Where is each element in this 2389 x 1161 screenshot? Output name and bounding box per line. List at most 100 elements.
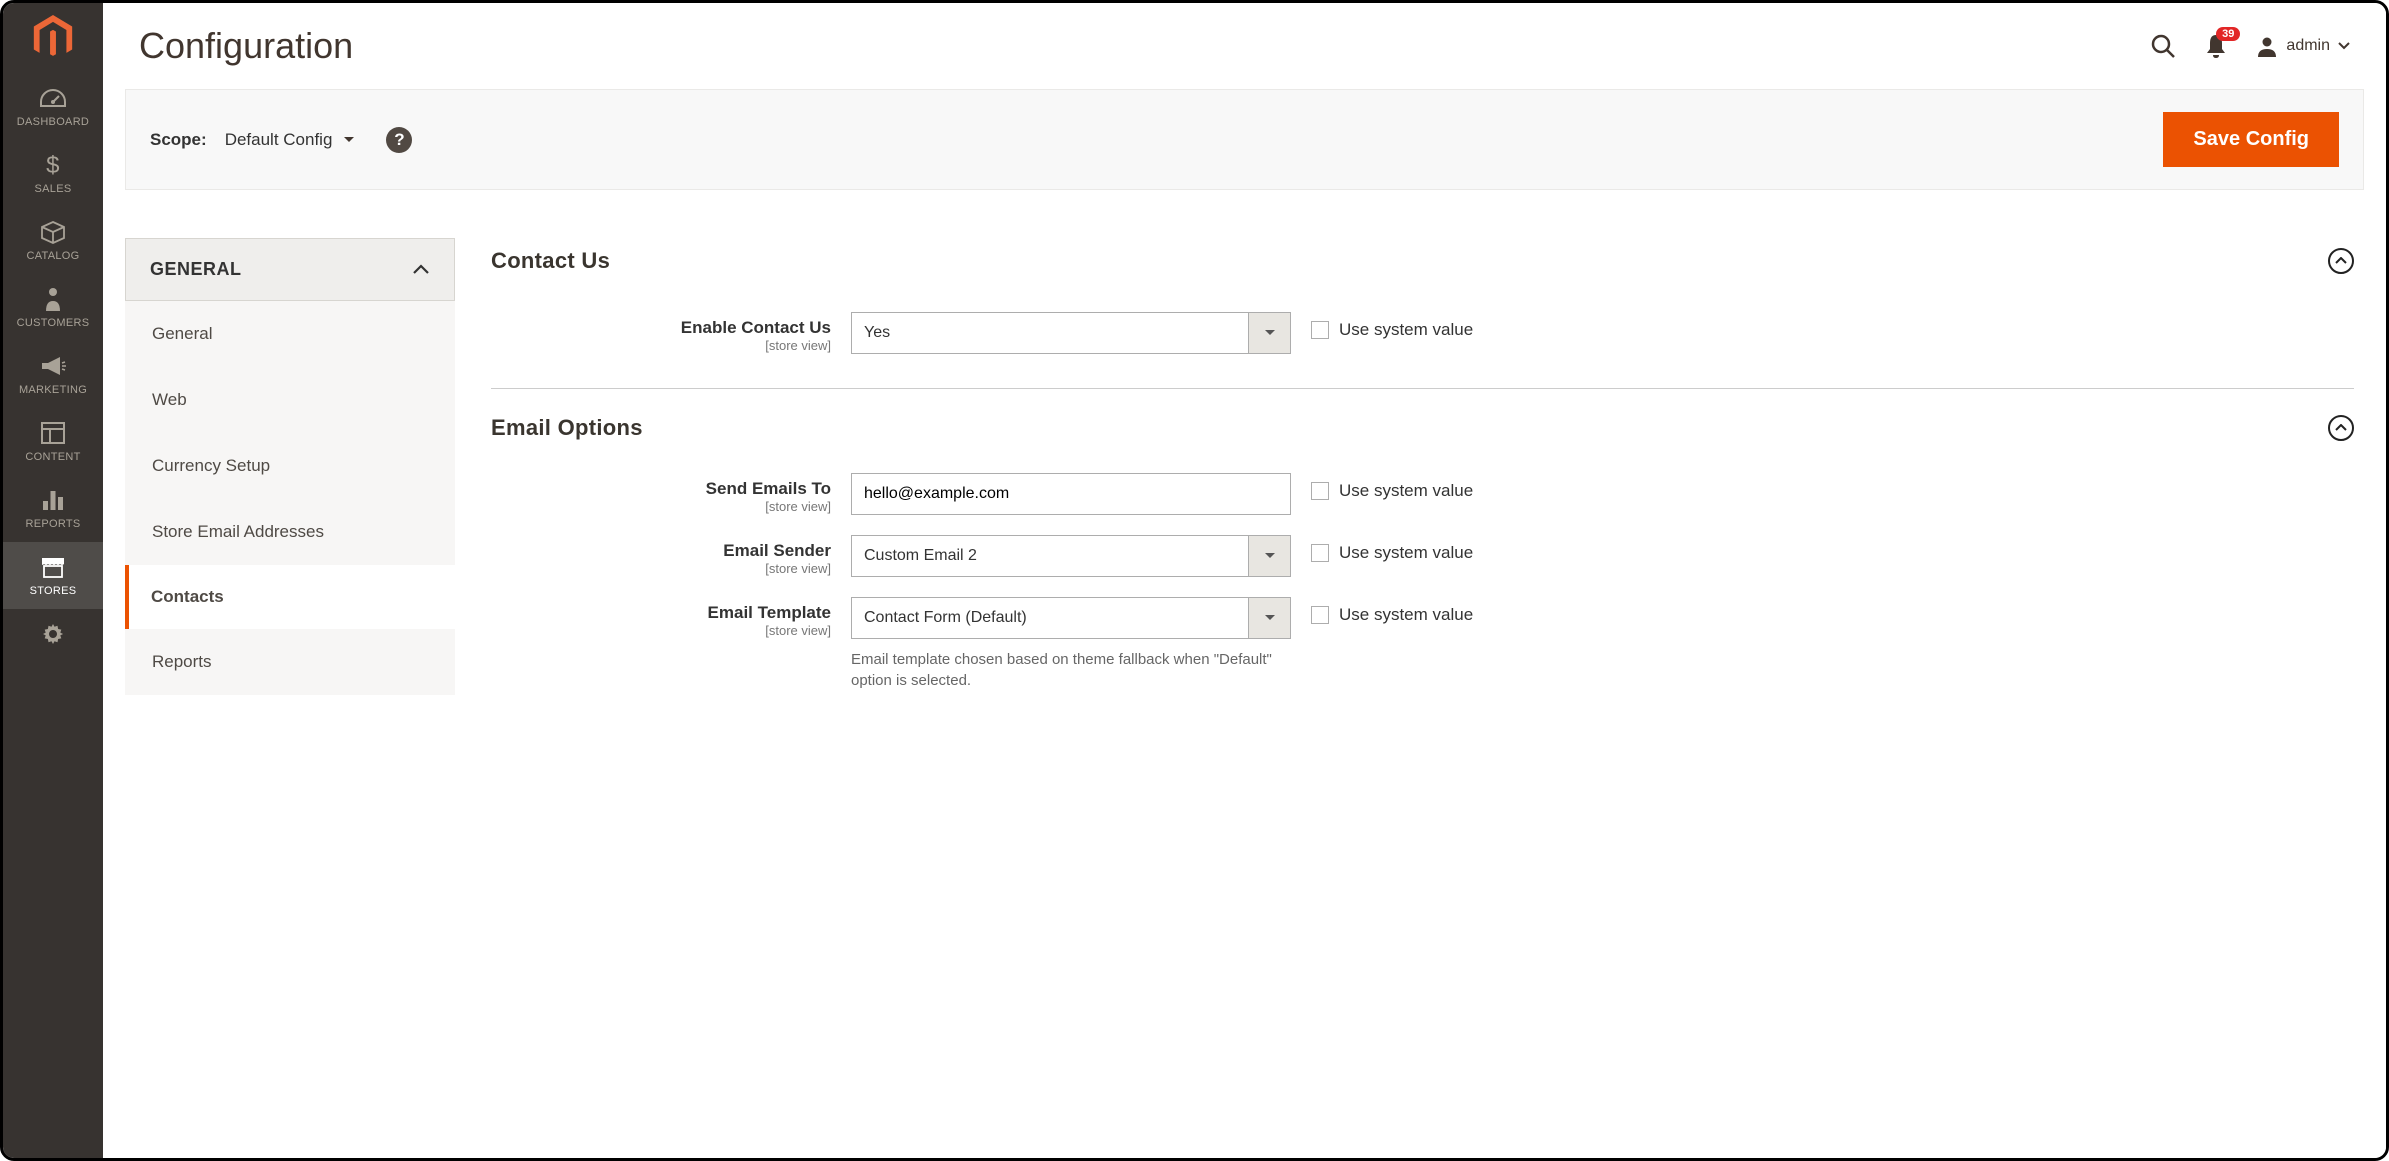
field-send-emails-to: Send Emails To [store view] Use system v… <box>491 445 2354 525</box>
sidebar-item-catalog[interactable]: CATALOG <box>3 207 103 274</box>
sidebar-item-sales[interactable]: $ SALES <box>3 140 103 207</box>
box-icon <box>40 217 66 247</box>
nav-item-contacts[interactable]: Contacts <box>125 565 455 629</box>
use-system-value-label: Use system value <box>1339 605 1473 625</box>
layout-icon <box>41 418 65 448</box>
use-system-value-checkbox[interactable] <box>1311 482 1329 500</box>
chevron-up-icon <box>2335 424 2347 432</box>
scope-toolbar: Scope: Default Config ? Save Config <box>125 89 2364 190</box>
chevron-up-icon <box>2335 257 2347 265</box>
notifications-button[interactable]: 39 <box>2204 33 2228 59</box>
nav-item-reports[interactable]: Reports <box>125 629 455 695</box>
section-header-email-options[interactable]: Email Options <box>491 389 2354 445</box>
scope-label: Scope: <box>150 130 207 150</box>
page-header: Configuration 39 admin <box>103 3 2386 89</box>
section-title: Contact Us <box>491 248 610 274</box>
content-area: GENERAL General Web Currency Setup Store… <box>103 190 2386 1158</box>
main-area: Configuration 39 admin Scope: Defaul <box>103 3 2386 1158</box>
sidebar-item-stores[interactable]: STORES <box>3 542 103 609</box>
field-scope: [store view] <box>491 561 831 576</box>
scope-value: Default Config <box>225 130 333 150</box>
select-value: Yes <box>864 324 890 342</box>
email-template-select[interactable]: Contact Form (Default) <box>851 597 1291 639</box>
search-button[interactable] <box>2150 33 2176 59</box>
sidebar-item-label: CATALOG <box>26 250 79 262</box>
section-title: Email Options <box>491 415 643 441</box>
field-scope: [store view] <box>491 623 831 638</box>
field-label: Enable Contact Us <box>491 318 831 338</box>
field-label: Email Sender <box>491 541 831 561</box>
notification-badge: 39 <box>2216 27 2240 41</box>
header-actions: 39 admin <box>2150 33 2350 59</box>
nav-item-currency-setup[interactable]: Currency Setup <box>125 433 455 499</box>
save-config-button[interactable]: Save Config <box>2163 112 2339 167</box>
config-nav: GENERAL General Web Currency Setup Store… <box>125 238 455 1158</box>
field-label: Send Emails To <box>491 479 831 499</box>
field-scope: [store view] <box>491 338 831 353</box>
sidebar-item-label: STORES <box>30 585 77 597</box>
section-header-contact-us[interactable]: Contact Us <box>491 238 2354 284</box>
nav-group-general[interactable]: GENERAL <box>125 238 455 301</box>
use-system-value-checkbox[interactable] <box>1311 544 1329 562</box>
use-system-value-label: Use system value <box>1339 543 1473 563</box>
chevron-up-icon <box>412 264 430 276</box>
nav-group-title: GENERAL <box>150 259 242 280</box>
user-menu-button[interactable]: admin <box>2256 35 2350 57</box>
use-system-value-checkbox[interactable] <box>1311 606 1329 624</box>
sidebar-item-system[interactable] <box>3 609 103 652</box>
field-email-template: Email Template [store view] Contact Form… <box>491 587 2354 701</box>
select-arrow <box>1248 536 1290 576</box>
sidebar-item-label: SALES <box>35 183 72 195</box>
send-emails-to-input[interactable] <box>851 473 1291 515</box>
gear-icon <box>41 619 65 649</box>
use-system-value-label: Use system value <box>1339 481 1473 501</box>
select-arrow <box>1248 313 1290 353</box>
page-title: Configuration <box>139 25 2150 67</box>
sidebar-item-content[interactable]: CONTENT <box>3 408 103 475</box>
sidebar-item-marketing[interactable]: MARKETING <box>3 341 103 408</box>
chevron-down-icon <box>1264 614 1276 622</box>
sidebar-item-label: REPORTS <box>25 518 80 530</box>
dashboard-icon <box>39 83 67 113</box>
select-value: Custom Email 2 <box>864 547 977 565</box>
dollar-icon: $ <box>45 150 61 180</box>
magento-logo-icon <box>32 15 74 61</box>
chevron-down-icon <box>1264 329 1276 337</box>
field-scope: [store view] <box>491 499 831 514</box>
person-icon <box>44 284 62 314</box>
chevron-down-icon <box>1264 552 1276 560</box>
nav-item-general[interactable]: General <box>125 301 455 367</box>
nav-item-store-email-addresses[interactable]: Store Email Addresses <box>125 499 455 565</box>
chevron-down-icon <box>2338 42 2350 50</box>
nav-item-web[interactable]: Web <box>125 367 455 433</box>
sidebar-item-reports[interactable]: REPORTS <box>3 475 103 542</box>
collapse-toggle[interactable] <box>2328 415 2354 441</box>
nav-items-list: General Web Currency Setup Store Email A… <box>125 301 455 695</box>
app-frame: DASHBOARD $ SALES CATALOG CUSTOMERS MARK… <box>0 0 2389 1161</box>
select-value: Contact Form (Default) <box>864 609 1027 627</box>
scope-help-button[interactable]: ? <box>386 127 412 153</box>
sidebar-item-dashboard[interactable]: DASHBOARD <box>3 73 103 140</box>
chevron-down-icon <box>342 135 356 145</box>
storefront-icon <box>40 552 66 582</box>
use-system-value-checkbox[interactable] <box>1311 321 1329 339</box>
sidebar-item-label: CUSTOMERS <box>17 317 90 329</box>
settings-panel: Contact Us Enable Contact Us [store view… <box>491 238 2364 1158</box>
scope-selector[interactable]: Default Config <box>225 130 357 150</box>
email-sender-select[interactable]: Custom Email 2 <box>851 535 1291 577</box>
sidebar-item-label: CONTENT <box>25 451 80 463</box>
collapse-toggle[interactable] <box>2328 248 2354 274</box>
field-email-sender: Email Sender [store view] Custom Email 2 <box>491 525 2354 587</box>
select-arrow <box>1248 598 1290 638</box>
admin-sidebar: DASHBOARD $ SALES CATALOG CUSTOMERS MARK… <box>3 3 103 1158</box>
use-system-value-label: Use system value <box>1339 320 1473 340</box>
sidebar-item-customers[interactable]: CUSTOMERS <box>3 274 103 341</box>
enable-contact-us-select[interactable]: Yes <box>851 312 1291 354</box>
magento-logo[interactable] <box>3 3 103 73</box>
megaphone-icon <box>40 351 66 381</box>
field-enable-contact-us: Enable Contact Us [store view] Yes <box>491 284 2354 389</box>
search-icon <box>2150 33 2176 59</box>
field-label: Email Template <box>491 603 831 623</box>
user-icon <box>2256 35 2278 57</box>
sidebar-item-label: DASHBOARD <box>17 116 89 128</box>
